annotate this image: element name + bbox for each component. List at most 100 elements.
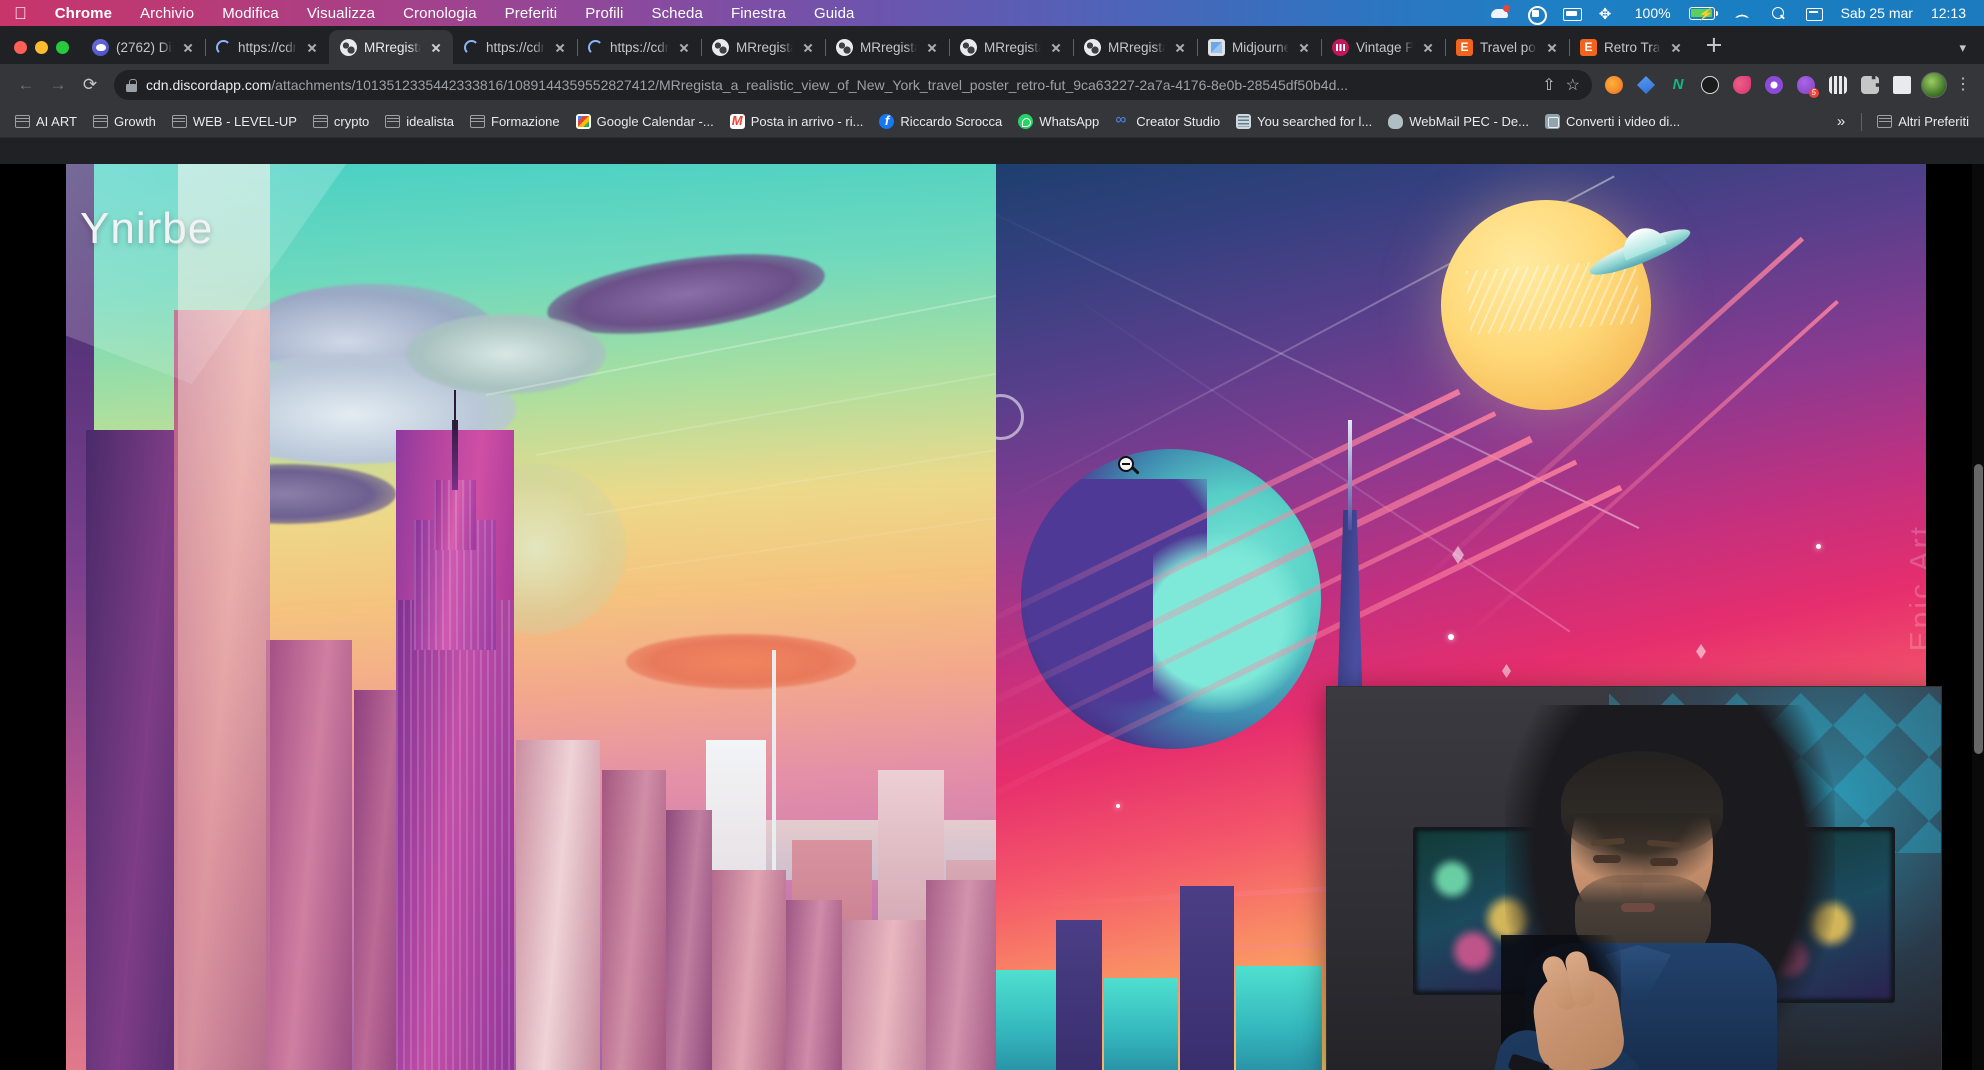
bookmarks-overflow-button[interactable]: »	[1829, 109, 1853, 134]
bookmark-whatsapp[interactable]: WhatsApp	[1011, 110, 1106, 133]
close-tab-icon[interactable]	[552, 39, 568, 55]
chrome-menu-kebab-icon[interactable]: ⋮	[1952, 77, 1974, 93]
menu-item-scheda[interactable]: Scheda	[637, 5, 716, 22]
control-center-icon[interactable]	[1805, 5, 1823, 21]
bookmark-gmail-inbox[interactable]: Posta in arrivo - ri...	[723, 110, 871, 133]
bookmark-idealista[interactable]: idealista	[378, 110, 461, 133]
folder-icon	[385, 115, 400, 128]
chrome-browser-window: (2762) Disc https://cdn. MRregista_ http…	[0, 26, 1984, 1044]
foreground-building	[266, 640, 352, 1070]
purple-eye-extension-icon[interactable]	[1760, 71, 1788, 99]
menu-item-chrome[interactable]: Chrome	[41, 5, 126, 22]
bookmark-web-level-up[interactable]: WEB - LEVEL-UP	[165, 110, 304, 133]
bookmark-google-calendar[interactable]: Google Calendar -...	[569, 110, 721, 133]
reload-button[interactable]: ⟳	[74, 69, 106, 101]
bookmark-creator-studio[interactable]: Creator Studio	[1108, 110, 1227, 133]
menu-item-guida[interactable]: Guida	[800, 5, 869, 22]
close-tab-icon[interactable]	[800, 39, 816, 55]
bookmark-you-searched-for[interactable]: You searched for l...	[1229, 110, 1379, 133]
browser-tab-retro-travel[interactable]: Retro Trave	[1569, 30, 1693, 64]
menu-item-visualizza[interactable]: Visualizza	[293, 5, 389, 22]
tab-title: MRregista_	[364, 40, 421, 55]
screen-record-icon[interactable]	[1527, 5, 1545, 21]
bookmark-other-bookmarks[interactable]: Altri Preferiti	[1870, 110, 1976, 133]
bookmark-converti-video[interactable]: Converti i video di...	[1538, 110, 1687, 133]
browser-tab-midjourney[interactable]: Midjourney	[1197, 30, 1321, 64]
analytics-extension-icon[interactable]	[1824, 71, 1852, 99]
bitwarden-extension-icon[interactable]	[1696, 71, 1724, 99]
bookmark-growth[interactable]: Growth	[86, 110, 163, 133]
webcam-overlay[interactable]	[1326, 686, 1942, 1070]
menu-item-preferiti[interactable]: Preferiti	[491, 5, 572, 22]
apple-logo-icon[interactable]: 	[14, 5, 41, 22]
bookmark-formazione[interactable]: Formazione	[463, 110, 567, 133]
macos-menu-bar:  Chrome Archivio Modifica Visualizza Cr…	[0, 0, 1984, 26]
firefox-like-extension-icon[interactable]	[1600, 71, 1628, 99]
menu-item-profili[interactable]: Profili	[571, 5, 637, 22]
close-tab-icon[interactable]	[180, 39, 196, 55]
close-tab-icon[interactable]	[676, 39, 692, 55]
bookmark-crypto[interactable]: crypto	[306, 110, 376, 133]
scrollbar-thumb[interactable]	[1974, 464, 1983, 754]
browser-tab-discord[interactable]: (2762) Disc	[81, 30, 205, 64]
bookmark-facebook-profile[interactable]: Riccardo Scrocca	[872, 110, 1009, 133]
bluetooth-icon[interactable]: ✥	[1599, 5, 1617, 21]
browser-tab-mrregista-active[interactable]: MRregista_	[329, 30, 453, 64]
close-tab-icon[interactable]	[1048, 39, 1064, 55]
bookmark-label: Formazione	[491, 114, 560, 129]
spotlight-search-icon[interactable]	[1769, 5, 1787, 21]
browser-tab-mrregista-4[interactable]: MRregista_	[949, 30, 1073, 64]
browser-tab-mrregista-3[interactable]: MRregista_	[825, 30, 949, 64]
menu-item-modifica[interactable]: Modifica	[208, 5, 293, 22]
folder-icon	[15, 115, 30, 128]
bookmark-star-icon[interactable]: ☆	[1566, 75, 1580, 95]
close-tab-icon[interactable]	[428, 39, 444, 55]
bookmark-ai-art[interactable]: AI ART	[8, 110, 84, 133]
forward-button[interactable]: →	[42, 69, 74, 101]
battery-icon[interactable]: ⚡	[1689, 7, 1715, 20]
close-window-button[interactable]	[14, 41, 27, 54]
close-tab-icon[interactable]	[1544, 39, 1560, 55]
keyring-extension-icon[interactable]	[1728, 71, 1756, 99]
folder-icon	[313, 115, 328, 128]
browser-tab-mrregista-2[interactable]: MRregista_	[701, 30, 825, 64]
menu-item-cronologia[interactable]: Cronologia	[389, 5, 491, 22]
cloud-sync-icon[interactable]	[1491, 5, 1509, 21]
new-tab-button[interactable]	[1699, 30, 1729, 60]
share-icon[interactable]: ⇧	[1542, 75, 1555, 95]
tab-search-chevron-down-icon[interactable]: ▾	[1959, 40, 1966, 56]
tab-title: MRregista_	[1108, 40, 1165, 55]
close-tab-icon[interactable]	[304, 39, 320, 55]
grape-extension-icon[interactable]: 5	[1792, 71, 1820, 99]
browser-tab-vintage-poster[interactable]: Vintage Pos	[1321, 30, 1445, 64]
new-york-retro-travel-poster-image[interactable]: Ynirbe	[66, 164, 996, 1070]
minimize-window-button[interactable]	[35, 41, 48, 54]
blue-diamond-extension-icon[interactable]	[1632, 71, 1660, 99]
nord-extension-icon[interactable]: N	[1664, 71, 1692, 99]
browser-tab-cdn-3[interactable]: https://cdn.	[577, 30, 701, 64]
close-tab-icon[interactable]	[1668, 39, 1684, 55]
close-tab-icon[interactable]	[924, 39, 940, 55]
close-tab-icon[interactable]	[1296, 39, 1312, 55]
browser-tab-cdn-1[interactable]: https://cdn.	[205, 30, 329, 64]
address-bar[interactable]: cdn.discordapp.com/attachments/101351233…	[114, 70, 1592, 100]
side-panel-extension-icon[interactable]	[1888, 71, 1916, 99]
menu-bar-items:  Chrome Archivio Modifica Visualizza Cr…	[0, 5, 868, 22]
menu-item-finestra[interactable]: Finestra	[717, 5, 800, 22]
close-tab-icon[interactable]	[1420, 39, 1436, 55]
page-scrollbar[interactable]	[1972, 164, 1984, 1070]
close-tab-icon[interactable]	[1172, 39, 1188, 55]
menu-item-archivio[interactable]: Archivio	[126, 5, 208, 22]
wifi-icon[interactable]	[1733, 5, 1751, 21]
maximize-window-button[interactable]	[56, 41, 69, 54]
display-icon[interactable]	[1563, 5, 1581, 21]
bookmark-webmail-pec[interactable]: WebMail PEC - De...	[1381, 110, 1536, 133]
puzzle-extension-icon[interactable]	[1856, 71, 1884, 99]
browser-tab-mrregista-5[interactable]: MRregista_	[1073, 30, 1197, 64]
profile-avatar[interactable]	[1920, 71, 1948, 99]
browser-tab-cdn-2[interactable]: https://cdn.	[453, 30, 577, 64]
url-host: cdn.discordapp.com	[146, 77, 271, 93]
back-button[interactable]: ←	[10, 69, 42, 101]
browser-tab-travel-poster[interactable]: Travel poste	[1445, 30, 1569, 64]
tab-title: https://cdn.	[610, 40, 669, 55]
